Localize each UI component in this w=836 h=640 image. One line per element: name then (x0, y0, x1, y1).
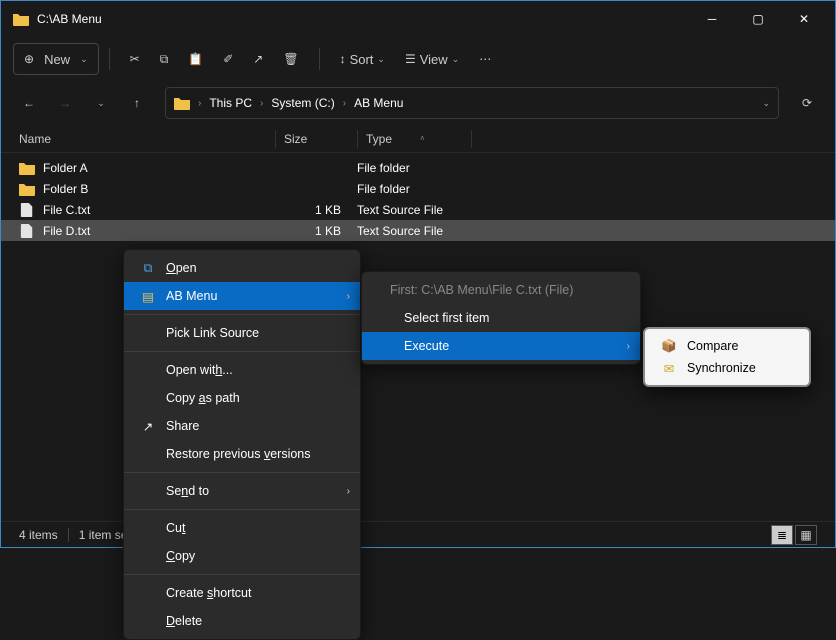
share-button[interactable]: ↗ (243, 43, 273, 75)
toolbar: ⊕ New ⌄ ✂ ⧉ 📋 ✐ ↗ 🗑 ↕ Sort ⌄ ☰ View ⌄ ⋯ (1, 37, 835, 81)
refresh-button[interactable]: ⟳ (791, 87, 823, 119)
up-button[interactable]: ↑ (121, 87, 153, 119)
context-menu: ⧉ Open ▤ AB Menu › Pick Link Source Open… (123, 249, 361, 640)
menu-synchronize[interactable]: ✉ Synchronize (649, 357, 805, 379)
view-icon: ☰ (405, 52, 416, 66)
sort-button[interactable]: ↕ Sort ⌄ (330, 43, 395, 75)
delete-button[interactable]: 🗑 (273, 43, 308, 75)
chevron-down-icon[interactable]: ⌄ (762, 98, 770, 109)
menu-execute[interactable]: Execute › (362, 332, 640, 360)
menu-cut[interactable]: Cut (124, 514, 360, 542)
chevron-right-icon: › (347, 291, 350, 302)
window-title: C:\AB Menu (37, 12, 689, 26)
back-button[interactable]: ← (13, 87, 45, 119)
submenu-header: First: C:\AB Menu\File C.txt (File) (362, 276, 640, 304)
menu-compare[interactable]: 📦 Compare (649, 335, 805, 357)
breadcrumb[interactable]: AB Menu (354, 96, 403, 110)
column-size[interactable]: Size (275, 130, 357, 148)
close-button[interactable]: ✕ (781, 3, 827, 35)
ellipsis-icon: ⋯ (479, 52, 491, 66)
share-icon: ↗ (138, 419, 158, 434)
menu-restore-versions[interactable]: Restore previous versions (124, 440, 360, 468)
chevron-down-icon: ⌄ (80, 54, 88, 65)
file-icon (19, 224, 35, 238)
ab-menu-icon: ▤ (138, 289, 158, 304)
status-selection: 1 item se (79, 528, 128, 542)
menu-delete[interactable]: Delete (124, 607, 360, 635)
menu-copy[interactable]: Copy (124, 542, 360, 570)
menu-share[interactable]: ↗ Share (124, 412, 360, 440)
paste-icon: 📋 (188, 52, 203, 66)
cut-button[interactable]: ✂ (120, 43, 150, 75)
plus-icon: ⊕ (24, 52, 34, 66)
trash-icon: 🗑 (283, 52, 298, 66)
breadcrumb[interactable]: System (C:) (271, 96, 334, 110)
icons-view-toggle[interactable]: ▦ (795, 525, 817, 545)
column-headers: Name Size Type ˄ (1, 125, 835, 153)
sort-icon: ↕ (340, 52, 346, 66)
list-item[interactable]: File D.txt 1 KB Text Source File (1, 220, 835, 241)
list-item[interactable]: File C.txt 1 KB Text Source File (1, 199, 835, 220)
context-submenu: First: C:\AB Menu\File C.txt (File) Sele… (361, 271, 641, 365)
chevron-right-icon: › (343, 98, 346, 109)
chevron-down-icon: ⌄ (377, 54, 385, 65)
list-item[interactable]: Folder A File folder (1, 157, 835, 178)
share-icon: ↗ (253, 52, 263, 66)
view-button[interactable]: ☰ View ⌄ (395, 43, 469, 75)
copy-button[interactable]: ⧉ (150, 43, 179, 75)
minimize-button[interactable]: ─ (689, 3, 735, 35)
column-type[interactable]: Type ˄ (357, 130, 472, 148)
folder-icon (13, 12, 29, 26)
new-button[interactable]: ⊕ New ⌄ (13, 43, 99, 75)
menu-copy-as-path[interactable]: Copy as path (124, 384, 360, 412)
address-bar[interactable]: › This PC › System (C:) › AB Menu ⌄ (165, 87, 779, 119)
menu-open[interactable]: ⧉ Open (124, 254, 360, 282)
recent-button[interactable]: ⌄ (85, 87, 117, 119)
chevron-down-icon: ⌄ (452, 54, 460, 65)
menu-ab-menu[interactable]: ▤ AB Menu › (124, 282, 360, 310)
menu-select-first[interactable]: Select first item (362, 304, 640, 332)
context-sub-submenu: 📦 Compare ✉ Synchronize (643, 327, 811, 387)
column-name[interactable]: Name (19, 132, 275, 146)
explorer-window: C:\AB Menu ─ ▢ ✕ ⊕ New ⌄ ✂ ⧉ 📋 ✐ ↗ 🗑 ↕ S… (0, 0, 836, 548)
chevron-right-icon: › (260, 98, 263, 109)
vscode-icon: ⧉ (138, 261, 158, 276)
menu-open-with[interactable]: Open with... (124, 356, 360, 384)
rename-icon: ✐ (223, 52, 233, 66)
menu-send-to[interactable]: Send to › (124, 477, 360, 505)
copy-icon: ⧉ (160, 52, 169, 67)
breadcrumb[interactable]: This PC (209, 96, 252, 110)
chevron-right-icon: › (198, 98, 201, 109)
chevron-right-icon: › (347, 486, 350, 497)
menu-pick-link[interactable]: Pick Link Source (124, 319, 360, 347)
paste-button[interactable]: 📋 (178, 43, 213, 75)
navbar: ← → ⌄ ↑ › This PC › System (C:) › AB Men… (1, 81, 835, 125)
scissors-icon: ✂ (130, 52, 140, 66)
forward-button[interactable]: → (49, 87, 81, 119)
rename-button[interactable]: ✐ (213, 43, 243, 75)
folder-icon (19, 182, 35, 196)
synchronize-icon: ✉ (659, 361, 679, 376)
status-count: 4 items (19, 528, 58, 542)
file-icon (19, 203, 35, 217)
list-item[interactable]: Folder B File folder (1, 178, 835, 199)
titlebar: C:\AB Menu ─ ▢ ✕ (1, 1, 835, 37)
file-list: Folder A File folder Folder B File folde… (1, 153, 835, 245)
folder-icon (174, 96, 190, 110)
maximize-button[interactable]: ▢ (735, 3, 781, 35)
chevron-right-icon: › (627, 341, 630, 352)
folder-icon (19, 161, 35, 175)
details-view-toggle[interactable]: ≣ (771, 525, 793, 545)
more-button[interactable]: ⋯ (469, 43, 501, 75)
sort-indicator-icon: ˄ (420, 134, 425, 143)
menu-create-shortcut[interactable]: Create shortcut (124, 579, 360, 607)
compare-icon: 📦 (659, 339, 679, 354)
